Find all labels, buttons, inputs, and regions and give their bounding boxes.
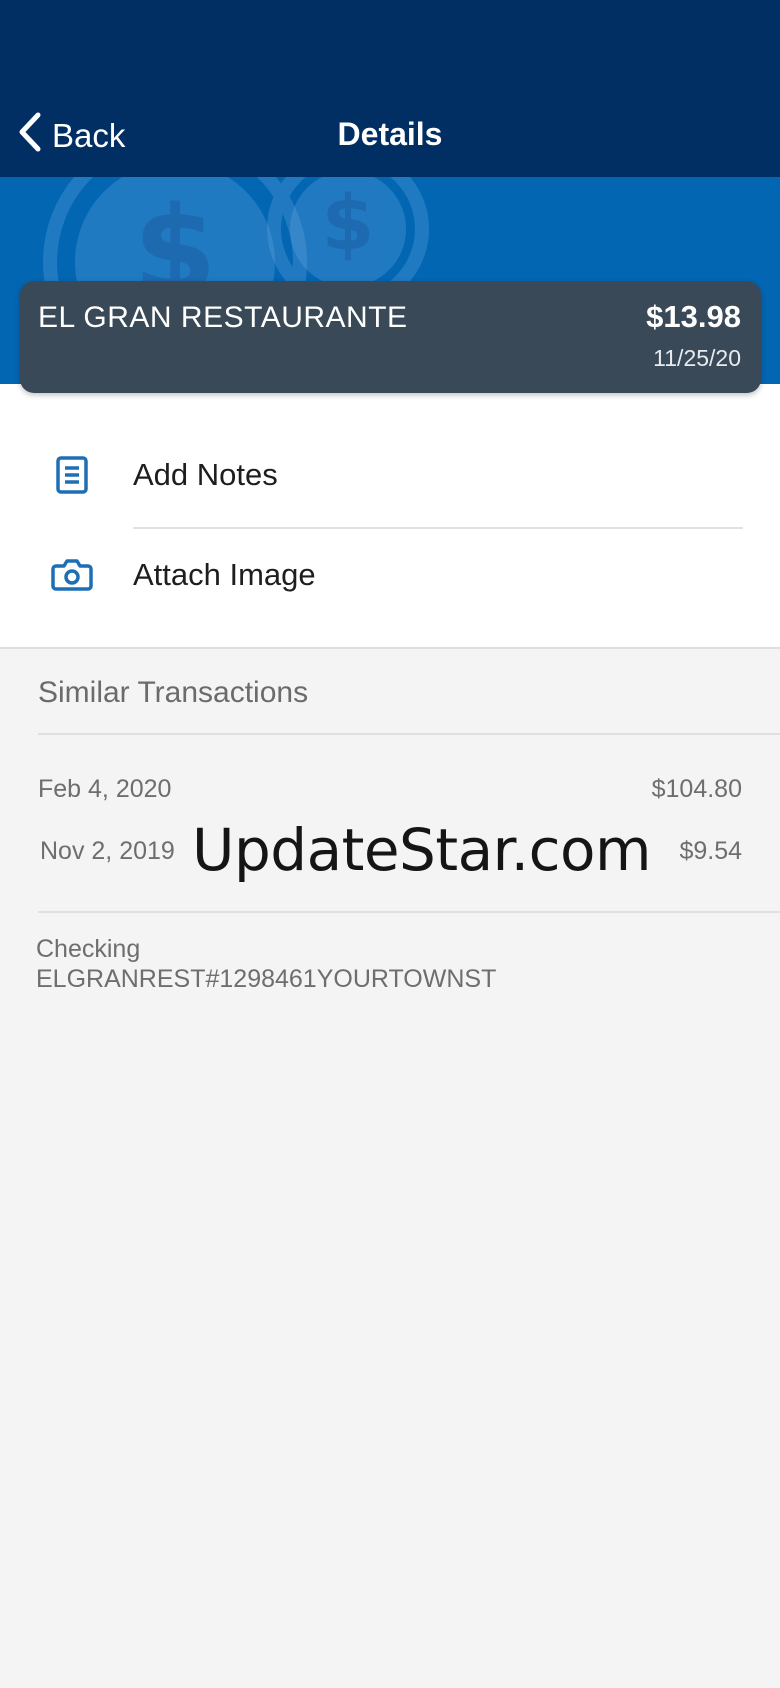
account-type: Checking xyxy=(36,935,141,963)
navigation-bar: Back Details xyxy=(0,0,780,177)
watermark-text: UpdateStar.com xyxy=(192,816,651,884)
similar-transactions-heading: Similar Transactions xyxy=(38,676,309,709)
attach-image-button[interactable]: Attach Image xyxy=(0,527,780,623)
add-notes-label: Add Notes xyxy=(133,457,278,492)
camera-icon xyxy=(48,551,96,599)
similar-transaction-date: Nov 2, 2019 xyxy=(40,837,175,865)
page-title: Details xyxy=(337,116,443,152)
divider xyxy=(0,647,780,649)
similar-transaction-row[interactable]: Feb 4, 2020 $104.80 xyxy=(38,775,742,815)
transaction-summary-card: EL GRAN RESTAURANTE $13.98 11/25/20 xyxy=(20,281,761,393)
similar-transaction-date: Feb 4, 2020 xyxy=(38,775,172,803)
merchant-name: EL GRAN RESTAURANTE xyxy=(38,301,408,334)
transaction-amount: $13.98 xyxy=(646,299,741,334)
account-info: Checking ELGRANREST#1298461YOURTOWNST xyxy=(36,934,496,994)
attach-image-label: Attach Image xyxy=(133,557,316,592)
divider xyxy=(38,911,780,913)
similar-transaction-amount: $9.54 xyxy=(679,837,742,865)
transaction-description: ELGRANREST#1298461YOURTOWNST xyxy=(36,965,497,993)
transaction-date: 11/25/20 xyxy=(653,345,741,371)
svg-text:$: $ xyxy=(322,178,375,267)
divider xyxy=(38,733,780,735)
notes-icon xyxy=(48,451,96,499)
add-notes-button[interactable]: Add Notes xyxy=(0,427,780,523)
similar-transaction-amount: $104.80 xyxy=(651,775,742,803)
